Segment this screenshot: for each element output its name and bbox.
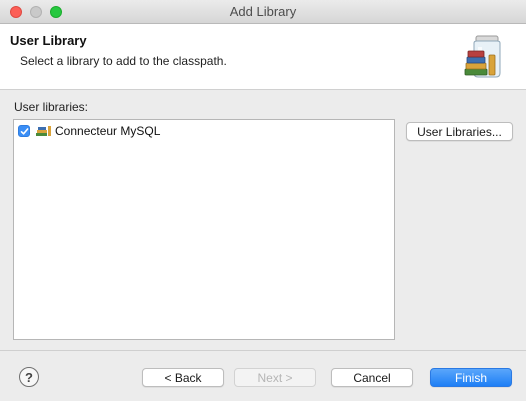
cancel-button[interactable]: Cancel — [331, 368, 413, 387]
window-title: Add Library — [229, 4, 297, 19]
list-item[interactable]: Connecteur MySQL — [18, 123, 160, 139]
user-libraries-label: User libraries: — [14, 100, 89, 114]
back-button[interactable]: < Back — [142, 368, 224, 387]
user-libraries-button[interactable]: User Libraries... — [406, 122, 513, 141]
help-icon[interactable]: ? — [19, 367, 39, 387]
library-checkbox[interactable] — [18, 125, 30, 137]
add-library-dialog: Add Library User Library Select a librar… — [0, 0, 526, 401]
library-jar-books-icon — [464, 35, 501, 78]
user-libraries-list[interactable]: Connecteur MySQL — [13, 119, 395, 340]
header-banner: User Library Select a library to add to … — [0, 24, 526, 90]
checkmark-icon — [20, 127, 28, 135]
footer-divider — [0, 350, 526, 351]
title-bar[interactable]: Add Library — [0, 0, 526, 24]
library-name: Connecteur MySQL — [55, 124, 161, 138]
banner-subtitle: Select a library to add to the classpath… — [20, 54, 227, 68]
library-icon — [36, 126, 51, 136]
next-button[interactable]: Next > — [234, 368, 316, 387]
banner-title: User Library — [10, 33, 87, 48]
finish-button[interactable]: Finish — [430, 368, 512, 387]
